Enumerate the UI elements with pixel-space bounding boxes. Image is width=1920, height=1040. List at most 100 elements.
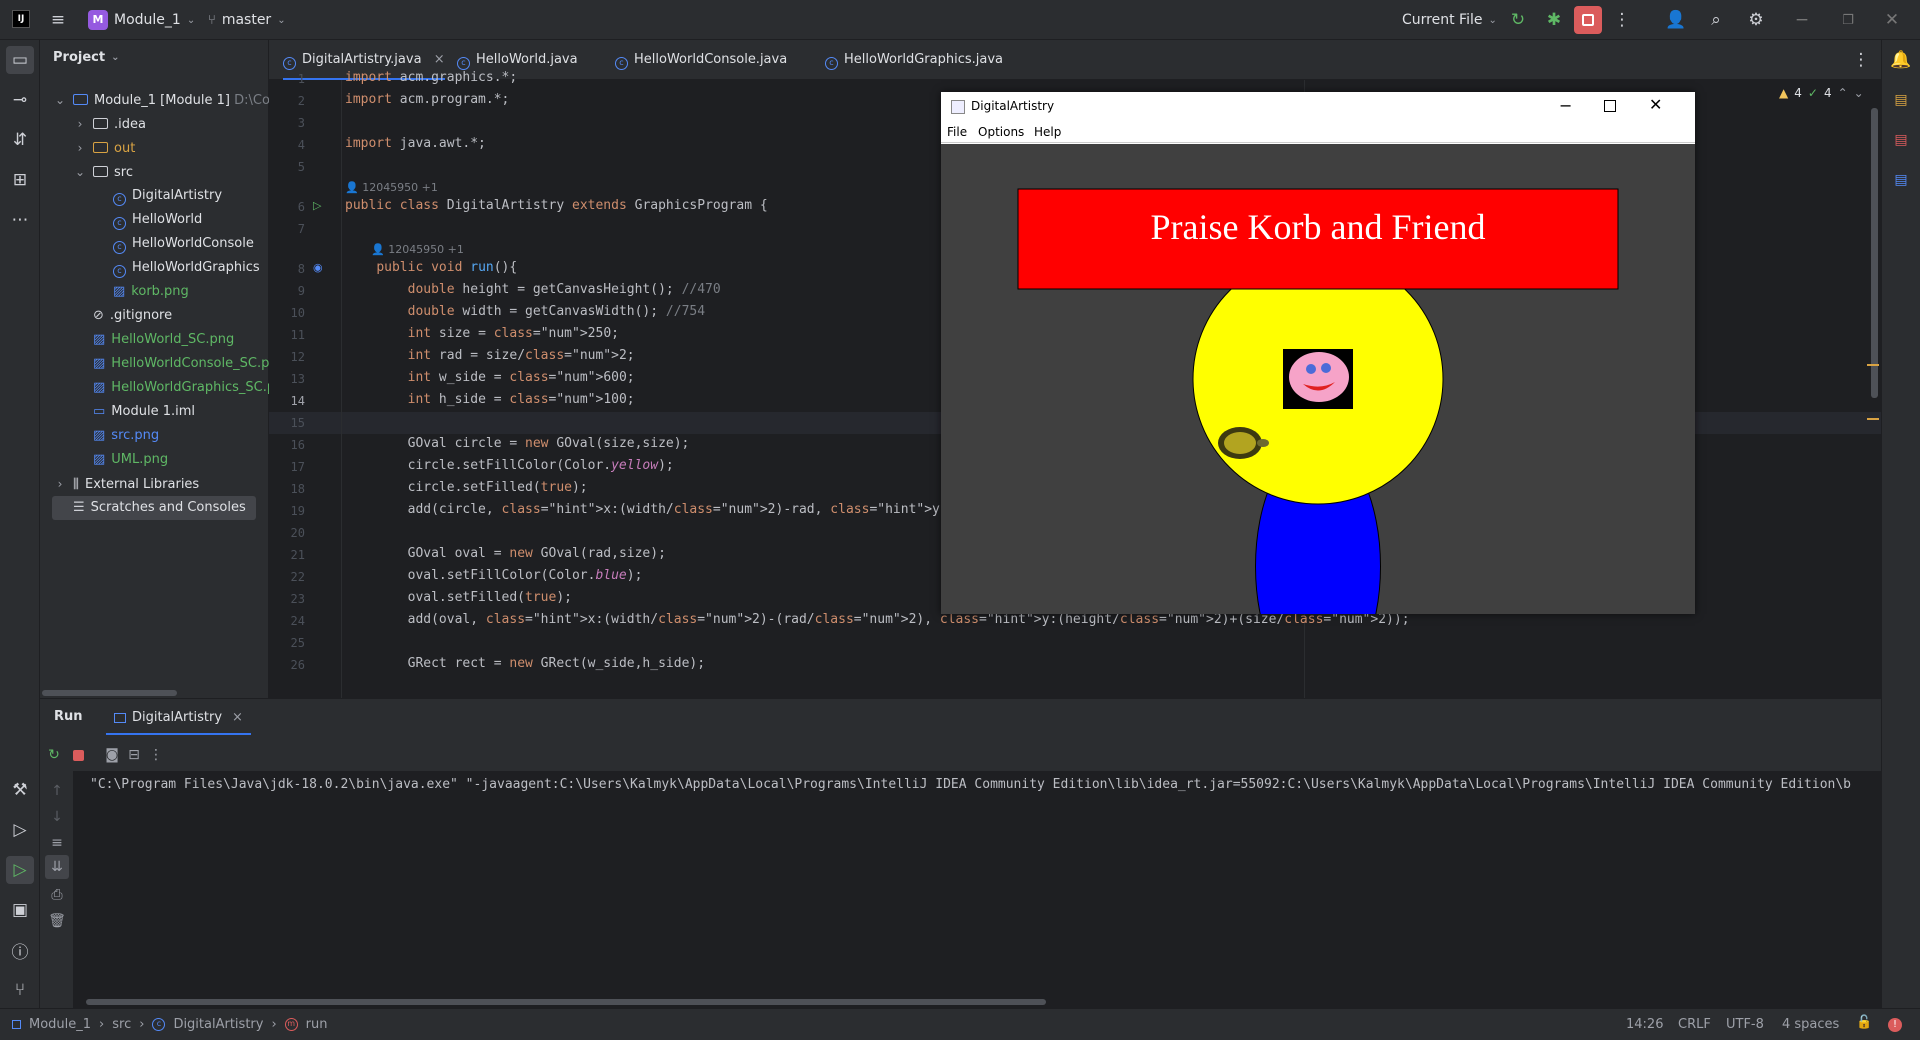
tree-item[interactable]: ⌄ src	[72, 160, 133, 184]
tree-item[interactable]: › out	[72, 136, 136, 160]
chevron-right-icon[interactable]: ›	[52, 472, 68, 496]
chevron-up-icon[interactable]: ⌃	[1838, 86, 1848, 100]
run-config-selector[interactable]: Current File ⌄	[1402, 8, 1497, 32]
menu-help[interactable]: Help	[1034, 125, 1061, 139]
horizontal-scrollbar[interactable]	[42, 690, 177, 696]
project-panel-header[interactable]: Project ⌄	[53, 50, 119, 65]
indent-settings[interactable]: 4 spaces	[1782, 1017, 1839, 1032]
run-gutter-icon[interactable]: ▷	[313, 199, 321, 212]
scroll-to-end-icon[interactable]: ⇊	[45, 855, 69, 879]
tree-item[interactable]: ▨ src.png	[72, 424, 159, 448]
module-folder-icon	[73, 94, 88, 105]
structure-tool-icon[interactable]: ⊞	[6, 166, 34, 194]
tree-item[interactable]: ☰ Scratches and Consoles	[52, 496, 256, 520]
vcs-branch-widget[interactable]: ⑂ master ⌄	[208, 8, 286, 32]
close-icon[interactable]: ✕	[1649, 95, 1662, 114]
app-logo[interactable]: IJ	[12, 10, 30, 28]
editor-tab-helloworldgraphics[interactable]: c HelloWorldGraphics.java	[825, 40, 1003, 80]
plugin-icon-1[interactable]: ▤	[1887, 86, 1915, 114]
plugin-icon-2[interactable]: ▤	[1887, 126, 1915, 154]
editor-tab-helloworldconsole[interactable]: c HelloWorldConsole.java	[615, 40, 787, 80]
console-horizontal-scrollbar[interactable]	[86, 999, 1046, 1005]
commit-tool-icon[interactable]: ⊸	[6, 86, 34, 114]
main-menu-icon[interactable]: ≡	[44, 6, 72, 34]
tree-item[interactable]: ⌄ Module_1 [Module 1] D:\Coc	[52, 88, 277, 112]
error-indicator-icon[interactable]: !	[1888, 1018, 1902, 1032]
chevron-down-icon[interactable]: ⌄	[72, 160, 88, 184]
problems-tool-icon[interactable]: ⓘ	[6, 936, 34, 964]
soft-wrap-icon[interactable]: ≡	[45, 831, 69, 855]
console-output-area[interactable]: "C:\Program Files\Java\jdk-18.0.2\bin\ja…	[74, 771, 1881, 1009]
rerun-icon[interactable]: ↻	[1504, 6, 1532, 34]
author-hint[interactable]: 👤 12045950 +1	[371, 243, 464, 256]
inspection-widget[interactable]: ▲ 4 ✓ 4 ⌃ ⌄	[1779, 86, 1864, 100]
notifications-bell-icon[interactable]: 🔔	[1887, 46, 1915, 74]
tree-item[interactable]: c HelloWorld	[92, 208, 202, 232]
camera-icon[interactable]: ◙	[100, 743, 124, 767]
tree-item[interactable]: ▨ HelloWorldGraphics_SC.p	[72, 376, 275, 400]
trash-icon[interactable]: 🗑	[45, 909, 69, 933]
chevron-down-icon[interactable]: ⌄	[1854, 86, 1864, 100]
stop-button[interactable]	[1574, 6, 1602, 34]
restore-window-icon[interactable]: ❐	[1834, 6, 1862, 34]
tree-item[interactable]: c DigitalArtistry	[92, 184, 222, 208]
caret-position[interactable]: 14:26	[1626, 1017, 1663, 1032]
run-tool-icon[interactable]: ▷	[6, 856, 34, 884]
stop-icon[interactable]	[66, 743, 90, 767]
breadcrumb-module[interactable]: Module_1	[29, 1017, 91, 1032]
chevron-right-icon[interactable]: ›	[72, 112, 88, 136]
readonly-lock-icon[interactable]: 🔓	[1856, 1015, 1872, 1030]
tree-item[interactable]: › ⫼ External Libraries	[52, 472, 200, 496]
minimize-window-icon[interactable]: −	[1788, 6, 1816, 34]
settings-gear-icon[interactable]: ⚙	[1742, 6, 1770, 34]
tree-item[interactable]: c HelloWorldGraphics	[92, 256, 260, 280]
vertical-scrollbar[interactable]	[1871, 108, 1878, 398]
pull-requests-icon[interactable]: ⇵	[6, 126, 34, 154]
search-icon[interactable]: ⌕	[1702, 6, 1730, 34]
tree-item[interactable]: ▨ UML.png	[72, 448, 168, 472]
minimize-icon[interactable]: −	[1559, 96, 1572, 115]
project-switcher[interactable]: M Module_1 ⌄	[88, 8, 195, 32]
scroll-down-icon[interactable]: ↓	[45, 805, 69, 829]
window-titlebar[interactable]: DigitalArtistry − ✕	[941, 92, 1695, 122]
override-gutter-icon[interactable]: ◉	[313, 261, 323, 274]
services-tool-icon[interactable]: ▷	[6, 816, 34, 844]
line-separator[interactable]: CRLF	[1678, 1017, 1711, 1032]
tree-item[interactable]: ▨ HelloWorld_SC.png	[72, 328, 234, 352]
maximize-icon[interactable]	[1604, 100, 1616, 112]
more-actions-icon[interactable]: ⋮	[1608, 6, 1636, 34]
tree-item[interactable]: ▭ Module 1.iml	[72, 400, 195, 424]
rerun-icon[interactable]: ↻	[42, 743, 66, 767]
tree-item[interactable]: ▨ korb.png	[92, 280, 189, 304]
breadcrumb-class[interactable]: DigitalArtistry	[173, 1017, 263, 1032]
chevron-right-icon[interactable]: ›	[72, 136, 88, 160]
chevron-down-icon[interactable]: ⌄	[52, 88, 68, 112]
tab-options-icon[interactable]: ⋮	[1847, 46, 1875, 74]
more-options-icon[interactable]: ⋮	[144, 743, 168, 767]
terminal-tool-icon[interactable]: ▣	[6, 896, 34, 924]
scroll-up-icon[interactable]: ↑	[45, 779, 69, 803]
build-tool-icon[interactable]: ⚒	[6, 776, 34, 804]
tree-item[interactable]: c HelloWorldConsole	[92, 232, 254, 256]
menu-options[interactable]: Options	[978, 125, 1024, 139]
print-icon[interactable]: ⎙	[45, 883, 69, 907]
tree-item[interactable]: ⊘ .gitignore	[72, 304, 172, 328]
tree-item[interactable]: › .idea	[72, 112, 146, 136]
breadcrumb-src[interactable]: src	[112, 1017, 131, 1032]
close-tab-icon[interactable]: ×	[232, 704, 243, 732]
git-tool-icon[interactable]: ⑂	[6, 976, 34, 1004]
tree-item[interactable]: ▨ HelloWorldConsole_SC.pı	[72, 352, 273, 376]
close-window-icon[interactable]: ✕	[1878, 6, 1906, 34]
exit-icon[interactable]: ⊟	[122, 743, 146, 767]
close-tab-icon[interactable]: ×	[434, 52, 445, 67]
more-tools-icon[interactable]: ⋯	[6, 206, 34, 234]
run-tab[interactable]: DigitalArtistry ×	[106, 703, 251, 735]
breadcrumb-method[interactable]: run	[306, 1017, 328, 1032]
file-encoding[interactable]: UTF-8	[1726, 1017, 1764, 1032]
plugin-icon-3[interactable]: ▤	[1887, 166, 1915, 194]
code-with-me-icon[interactable]: 👤	[1662, 6, 1690, 34]
project-tool-icon[interactable]: ▭	[6, 46, 34, 74]
menu-file[interactable]: File	[947, 125, 967, 139]
debug-icon[interactable]: ✱	[1540, 6, 1568, 34]
author-hint[interactable]: 👤 12045950 +1	[345, 181, 438, 194]
